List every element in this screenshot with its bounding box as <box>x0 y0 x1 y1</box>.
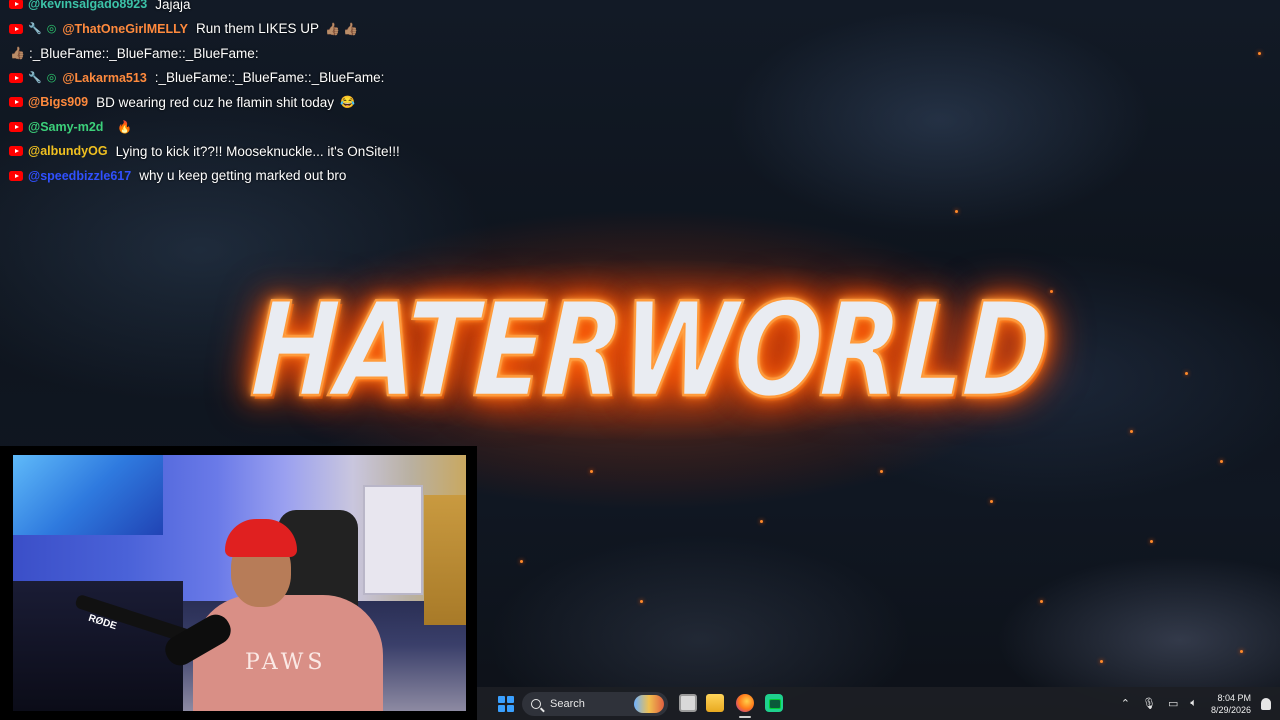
room-door <box>363 485 423 595</box>
volume-icon[interactable]: 🔈︎ <box>1190 697 1197 710</box>
chat-username[interactable]: @Bigs909 <box>28 95 88 109</box>
moderator-wrench-icon: 🔧 <box>28 72 42 85</box>
firefox-icon[interactable] <box>736 694 754 712</box>
file-explorer-icon[interactable] <box>706 694 724 712</box>
youtube-icon <box>9 23 23 34</box>
ember <box>1220 460 1223 463</box>
chat-message: @speedbizzle617 why u keep getting marked… <box>0 164 520 189</box>
ember <box>880 470 883 473</box>
title-area: HATERWORLD <box>247 250 1053 450</box>
task-view-icon[interactable] <box>679 694 697 712</box>
ember <box>1130 430 1133 433</box>
chat-text: :_BlueFame::_BlueFame::_BlueFame: <box>154 70 385 86</box>
chat-text: :_BlueFame::_BlueFame::_BlueFame: <box>28 45 259 61</box>
youtube-icon <box>9 146 23 157</box>
chat-text: BD wearing red cuz he flamin shit today <box>96 94 335 110</box>
chat-message: @Bigs909 BD wearing red cuz he flamin shi… <box>0 90 520 115</box>
start-button[interactable] <box>498 696 514 712</box>
chat-username[interactable]: @albundyOG <box>28 144 108 158</box>
search-label: Search <box>550 698 585 710</box>
youtube-icon <box>9 170 23 181</box>
chat-message: @Samy-m2d 🔥 <box>0 115 520 140</box>
chat-message: 🔧 ◎ @Lakarma513 :_BlueFame::_BlueFame::_Blu… <box>0 66 520 91</box>
chat-username[interactable]: @Lakarma513 <box>62 71 146 85</box>
youtube-icon <box>9 121 23 132</box>
chevron-up-icon[interactable]: ⌃ <box>1121 697 1130 710</box>
network-icon[interactable]: ▭ <box>1168 697 1178 710</box>
chat-emoji: 🔥 <box>117 119 133 134</box>
chat-username[interactable]: @kevinsalgado8923 <box>28 0 147 11</box>
search-highlight-icon[interactable] <box>634 695 664 713</box>
active-app-indicator <box>739 716 751 718</box>
moderator-wrench-icon: 🔧 <box>28 23 42 36</box>
ember <box>1185 372 1188 375</box>
clock-date: 8/29/2026 <box>1210 704 1251 715</box>
chat-username[interactable]: @ThatOneGirlMELLY <box>62 22 188 36</box>
clock-time: 8:04 PM <box>1217 692 1251 703</box>
taskbar-search[interactable]: Search <box>522 692 668 716</box>
webcam-feed: RØDE PAWS <box>13 455 466 711</box>
ember <box>1150 540 1153 543</box>
member-badge-icon: ◎ <box>46 72 57 85</box>
chat-message: 👍🏽:_BlueFame::_BlueFame::_BlueFame: <box>0 41 520 66</box>
chat-username[interactable]: @speedbizzle617 <box>28 169 131 183</box>
ember <box>955 210 958 213</box>
ember <box>990 500 993 503</box>
chat-username[interactable]: @Samy-m2d <box>28 120 103 134</box>
chat-emoji: 👍🏽 👍🏽 <box>325 21 359 36</box>
shirt-text: PAWS <box>245 650 327 675</box>
ember <box>760 520 763 523</box>
chat-message: @albundyOG Lying to kick it??!! Mooseknuc… <box>0 139 520 164</box>
chat-emoji: 👍🏽 <box>10 46 25 61</box>
chat-text: why u keep getting marked out bro <box>139 168 347 184</box>
ember <box>520 560 523 563</box>
member-badge-icon: ◎ <box>46 23 57 36</box>
system-tray: ⌃ 🎙︎ ▭ 🔈︎ 8:04 PM 8/29/2026 <box>1109 687 1280 720</box>
chat-overlay: @kevinsalgado8923 Jajaja 🔧 ◎ @ThatOneGirlMEL… <box>0 0 520 188</box>
haterworld-title: HATERWORLD <box>247 273 1053 428</box>
youtube-icon <box>9 72 23 83</box>
ember <box>640 600 643 603</box>
chat-text: Run them LIKES UP <box>195 21 320 37</box>
ember <box>1100 660 1103 663</box>
chat-emoji: 😂 <box>340 95 355 110</box>
youtube-icon <box>9 97 23 108</box>
graffiti-wall <box>13 455 163 535</box>
ember <box>590 470 593 473</box>
chat-message: 🔧 ◎ @ThatOneGirlMELLY Run them LIKES UP 👍🏽 👍… <box>0 17 520 42</box>
wood-cabinet <box>424 495 466 625</box>
clock[interactable]: 8:04 PM 8/29/2026 <box>1211 692 1251 716</box>
microphone-icon[interactable]: 🎙︎ <box>1142 697 1156 710</box>
ember <box>1258 52 1261 55</box>
app-icon[interactable] <box>765 694 783 712</box>
chat-message: @kevinsalgado8923 Jajaja <box>0 0 520 17</box>
chat-text: Lying to kick it??!! Mooseknuckle... it'… <box>115 143 400 159</box>
youtube-icon <box>9 0 23 10</box>
search-icon <box>531 699 541 709</box>
notification-icon[interactable] <box>1261 697 1271 710</box>
windows-taskbar: Search ⌃ 🎙︎ ▭ 🔈︎ 8:04 PM 8/29/2026 <box>477 687 1280 720</box>
ember <box>1040 600 1043 603</box>
ember <box>1240 650 1243 653</box>
chat-text: Jajaja <box>155 0 191 12</box>
